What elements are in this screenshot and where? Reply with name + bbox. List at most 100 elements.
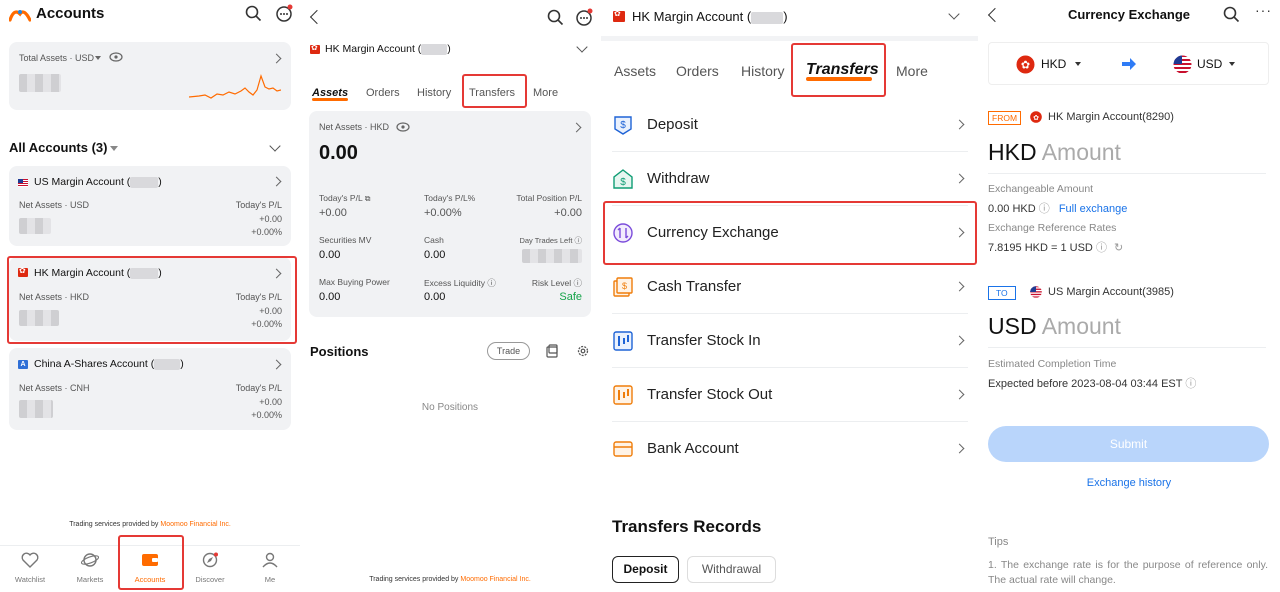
arrow-right-icon[interactable] [1121,57,1137,71]
eye-icon[interactable] [396,122,410,132]
hidden-amount [19,400,53,418]
account-selector[interactable]: HK Margin Account () [632,9,788,24]
amount-currency: USD [988,313,1037,339]
tab-assets[interactable]: Assets [614,63,656,79]
nav-watchlist[interactable]: Watchlist [0,548,60,592]
eye-icon[interactable] [109,52,123,62]
from-amount-input[interactable]: Amount [1042,139,1121,165]
caret-down-icon[interactable] [1229,62,1235,66]
row-deposit[interactable]: $ Deposit [601,98,978,152]
redacted-number [154,358,181,370]
net-assets-label: Net Assets · HKD [319,122,390,132]
us-flag-icon [1030,286,1042,298]
account-selector[interactable]: HK Margin Account () [325,43,451,55]
records-tab-withdrawal[interactable]: Withdrawal [687,556,776,583]
stock-out-icon [613,385,633,405]
active-tab-indicator [312,98,348,101]
highlight-box [603,201,977,265]
external-link-icon[interactable]: ⧉ [365,194,371,203]
chevron-down-icon[interactable] [576,41,588,53]
tab-orders[interactable]: Orders [366,87,400,99]
info-icon[interactable]: ⓘ [1185,378,1196,390]
footer-disclaimer: Trading services provided by Moomoo Fina… [0,521,300,528]
search-icon[interactable] [245,5,262,22]
deposit-icon: $ [614,116,632,135]
row-transfer-stock-out[interactable]: Transfer Stock Out [601,368,978,422]
from-currency[interactable]: HKD [1041,57,1066,71]
info-icon[interactable]: ⓘ [1096,242,1107,254]
tab-history[interactable]: History [741,63,785,79]
row-label: Bank Account [647,440,739,457]
portfolio-icon[interactable] [545,344,559,358]
svg-text:✿: ✿ [1033,114,1039,122]
back-arrow-icon[interactable] [309,9,325,25]
caret-down-icon[interactable] [1075,62,1081,66]
currency-dropdown-icon[interactable] [95,56,101,60]
info-icon[interactable]: ⓘ [1039,203,1050,215]
nav-discover[interactable]: Discover [180,548,240,592]
account-name: US Margin Account () [34,176,162,188]
compass-icon [202,552,218,568]
row-bank-account[interactable]: Bank Account [601,422,978,476]
tab-more[interactable]: More [896,63,928,79]
trade-button[interactable]: Trade [487,342,530,360]
info-icon[interactable]: ⓘ [573,278,582,288]
exchange-history-link[interactable]: Exchange history [978,477,1280,489]
account-card-cn[interactable]: A China A-Shares Account () Net Assets ·… [9,348,291,430]
row-label: Withdraw [647,170,710,187]
assets-sparkline [189,74,281,99]
all-accounts-label[interactable]: All Accounts (3) [9,140,107,155]
footer-brand[interactable]: Moomoo Financial Inc. [160,521,230,528]
message-icon[interactable] [575,8,594,27]
submit-button[interactable]: Submit [988,426,1269,462]
info-icon[interactable]: ⓘ [575,236,583,245]
records-tab-deposit[interactable]: Deposit [612,556,679,583]
exchangeable-row: 0.00 HKD ⓘ Full exchange [988,200,1127,216]
settings-gear-icon[interactable] [576,344,590,358]
completion-value: Expected before 2023-08-04 03:44 EST [988,378,1183,390]
input-underline [988,347,1266,348]
search-icon[interactable] [1223,6,1240,23]
account-name-text: HK Margin Account ( [632,9,752,24]
nav-markets[interactable]: Markets [60,548,120,592]
person-icon [262,552,278,568]
total-assets-card[interactable]: Total Assets · USD [9,42,291,110]
account-name-close: ) [447,43,451,55]
tab-orders[interactable]: Orders [676,63,719,79]
full-exchange-link[interactable]: Full exchange [1059,203,1128,215]
stat-label-text: Today's P/L [319,193,363,203]
row-withdraw[interactable]: $ Withdraw [601,152,978,206]
more-options-icon[interactable]: ··· [1255,2,1272,18]
hidden-amount [19,218,51,234]
account-name-text: US Margin Account ( [34,176,131,188]
rate-row: 7.8195 HKD = 1 USD ⓘ ↻ [988,239,1123,255]
tab-more[interactable]: More [533,87,558,99]
redacted-number [130,176,159,188]
to-currency[interactable]: USD [1197,57,1222,71]
chevron-right-icon[interactable] [571,122,582,133]
account-card-us[interactable]: US Margin Account () Net Assets · USD To… [9,166,291,246]
info-icon[interactable]: ⓘ [487,278,496,288]
currency-pair-selector: ✿ HKD USD [988,42,1269,85]
chevron-down-icon[interactable] [948,8,960,20]
nav-me[interactable]: Me [240,548,300,592]
refresh-icon[interactable]: ↻ [1114,242,1123,254]
total-assets-label: Total Assets · USD [19,53,95,63]
hk-flag-icon: ✿ [1030,111,1042,123]
row-cash-transfer[interactable]: $ Cash Transfer [601,260,978,314]
stat-value: +0.00 [554,207,582,219]
stat-label-text: Risk Level [531,278,572,288]
highlight-box [791,43,886,97]
caret-down-icon[interactable] [110,146,118,151]
row-transfer-stock-in[interactable]: Transfer Stock In [601,314,978,368]
to-amount-input[interactable]: Amount [1042,313,1121,339]
bank-card-icon [613,441,633,457]
heart-icon [21,552,39,568]
tab-history[interactable]: History [417,87,451,99]
collapse-icon[interactable] [269,140,281,152]
tips-title: Tips [988,536,1009,548]
search-icon[interactable] [547,9,564,26]
transfers-panel: HK Margin Account () Assets Orders Histo… [601,0,978,592]
footer-brand[interactable]: Moomoo Financial Inc. [460,576,530,583]
message-icon[interactable] [275,4,294,23]
